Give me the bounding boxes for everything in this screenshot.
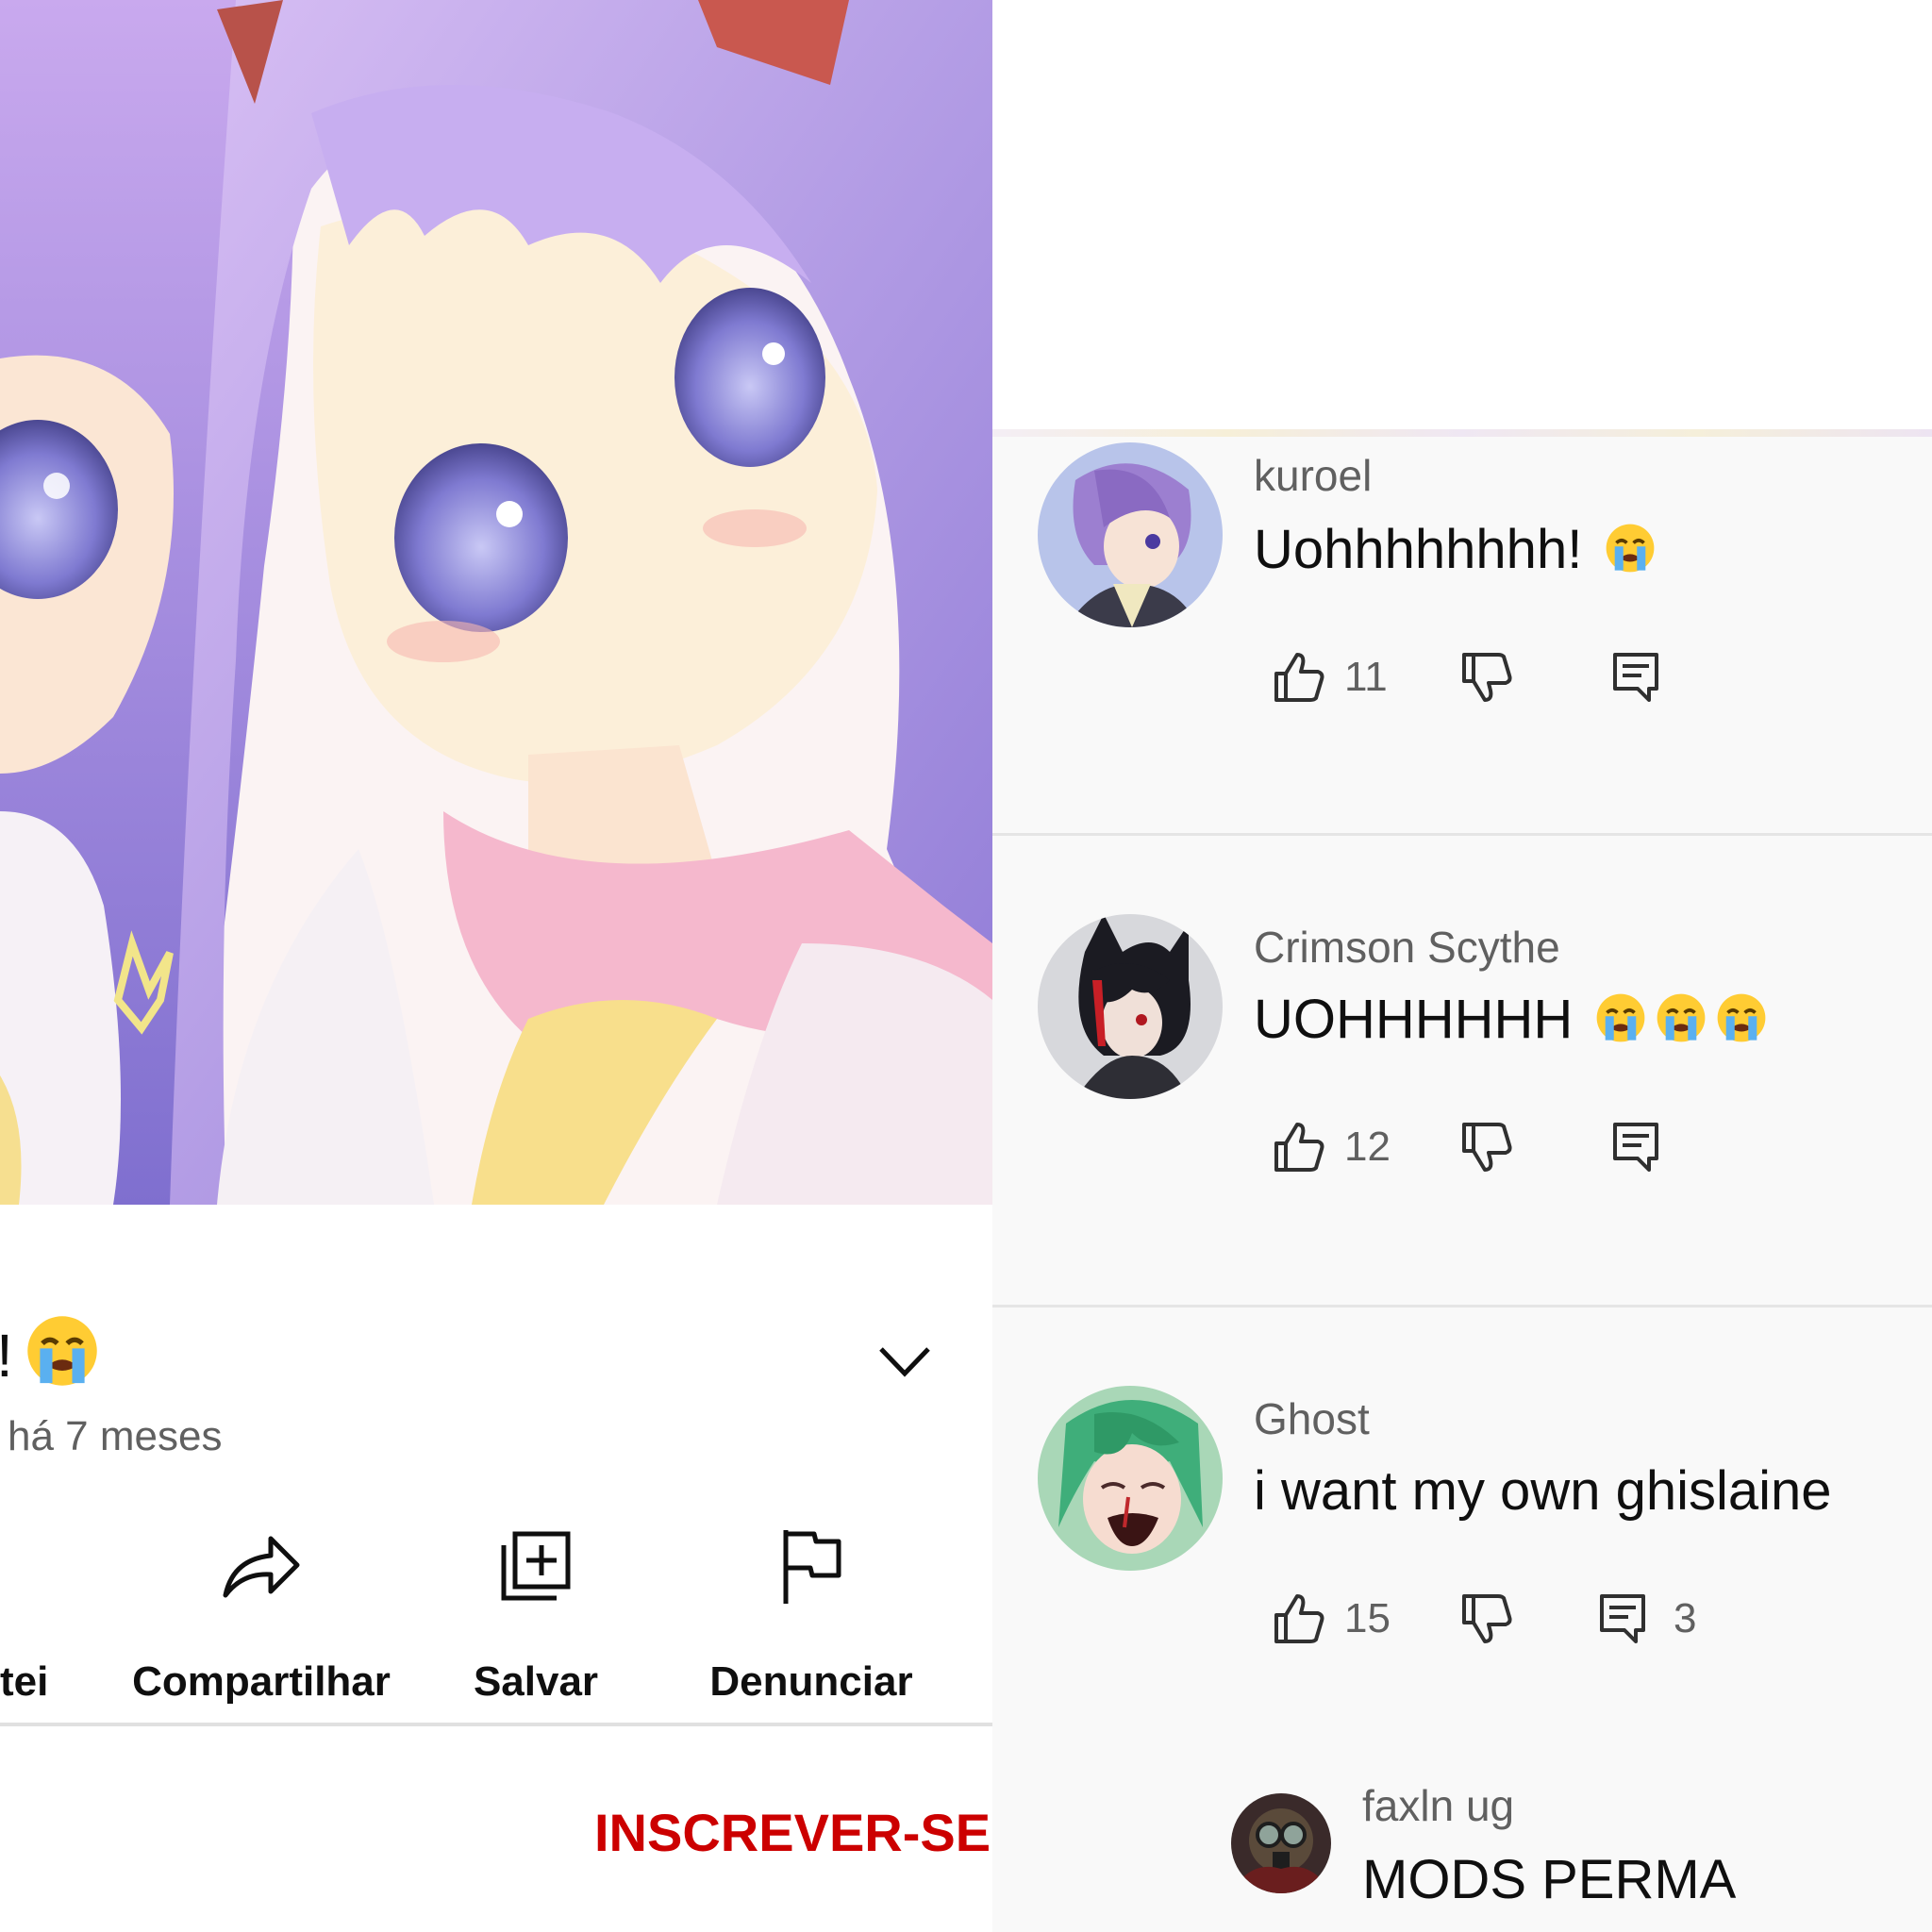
thumbs-up-icon — [1274, 653, 1324, 702]
crying-emoji-icon — [1597, 993, 1645, 1042]
reply-button[interactable] — [1611, 644, 1660, 710]
share-label: Compartilhar — [132, 1658, 391, 1705]
dislike-button[interactable] — [1460, 1586, 1513, 1652]
like-button[interactable]: 11 — [1273, 644, 1388, 710]
comment-item: kuroel Uohhhhhhhh! 11 — [992, 437, 1932, 836]
comment-author[interactable]: Crimson Scythe — [1254, 922, 1560, 973]
crying-emoji-icon — [1718, 993, 1766, 1042]
replies-button[interactable]: 3 — [1598, 1586, 1696, 1652]
comment-divider — [992, 833, 1932, 836]
dislike-button[interactable]: ostei — [0, 1519, 132, 1705]
like-count: 11 — [1344, 654, 1388, 700]
dislike-label: ostei — [0, 1658, 49, 1705]
comment-text: UOHHHHHH — [1254, 988, 1769, 1051]
avatar-image — [1038, 442, 1223, 627]
avatar-image — [1038, 1386, 1223, 1571]
comment-text-content: i want my own ghislaine — [1254, 1460, 1832, 1522]
thumbs-up-icon — [1274, 1594, 1324, 1643]
flag-icon — [783, 1530, 841, 1604]
dislike-icon — [0, 1528, 38, 1604]
comment-text: i want my own ghislaine — [1254, 1459, 1832, 1523]
share-button[interactable]: Compartilhar — [129, 1519, 393, 1705]
thumbnail-strip — [992, 429, 1932, 437]
video-upload-date: há 7 meses — [8, 1413, 223, 1459]
reply-item: faxln ug MODS PERMA — [992, 1780, 1932, 1932]
save-label: Salvar — [473, 1658, 599, 1705]
report-label: Denunciar — [709, 1658, 913, 1705]
dislike-button[interactable] — [1460, 644, 1513, 710]
crying-emoji-icon — [1657, 993, 1706, 1042]
reply-text: MODS PERMA — [1362, 1849, 1737, 1910]
reply-button[interactable] — [1611, 1114, 1660, 1180]
reply-icon — [1613, 1123, 1658, 1172]
subscribe-button[interactable]: INSCREVER-SE — [594, 1802, 991, 1863]
avatar[interactable] — [1038, 914, 1223, 1099]
avatar-image — [1231, 1793, 1331, 1893]
like-button[interactable]: 15 — [1273, 1586, 1391, 1652]
dislike-button[interactable] — [1460, 1114, 1513, 1180]
avatar[interactable] — [1038, 1386, 1223, 1571]
save-button[interactable]: Salvar — [404, 1519, 668, 1705]
comment-text: Uohhhhhhhh! — [1254, 518, 1657, 581]
anime-artwork-image — [0, 0, 992, 1205]
reply-author[interactable]: faxln ug — [1362, 1780, 1514, 1831]
video-panel: ! há 7 meses ostei Compartilhar Salvar D… — [0, 0, 992, 1932]
comment-item: Ghost i want my own ghislaine 15 3 — [992, 1308, 1932, 1686]
like-count: 12 — [1344, 1124, 1391, 1170]
thumbs-up-icon — [1274, 1123, 1324, 1172]
avatar-image — [1038, 914, 1223, 1099]
comment-author[interactable]: Ghost — [1254, 1393, 1370, 1444]
reply-icon — [1613, 653, 1658, 702]
comment-divider — [992, 1305, 1932, 1307]
reply-count: 3 — [1674, 1595, 1697, 1641]
divider — [0, 1723, 992, 1726]
video-title-row: ! — [0, 1311, 992, 1396]
blank-area — [992, 0, 1932, 432]
report-button[interactable]: Denunciar — [679, 1519, 943, 1705]
expand-chevron-down-icon[interactable] — [875, 1338, 934, 1385]
comment-actions: 12 — [992, 1114, 1932, 1180]
like-button[interactable]: 12 — [1273, 1114, 1391, 1180]
video-title: ! — [0, 1321, 13, 1391]
comment-text-content: Uohhhhhhhh! — [1254, 519, 1583, 580]
comments-panel: kuroel Uohhhhhhhh! 11 Crimson Scythe UOH… — [992, 437, 1932, 1932]
reply-icon — [1600, 1594, 1645, 1643]
comment-item: Crimson Scythe UOHHHHHH 12 — [992, 837, 1932, 1307]
video-thumbnail[interactable] — [0, 0, 992, 1205]
share-icon — [223, 1536, 300, 1598]
avatar[interactable] — [1038, 442, 1223, 627]
save-icon — [501, 1531, 571, 1601]
crying-emoji-icon — [27, 1316, 97, 1386]
comment-actions: 11 — [992, 644, 1932, 710]
comment-text-content: UOHHHHHH — [1254, 989, 1574, 1050]
crying-emoji-icon — [1607, 524, 1655, 573]
comment-author[interactable]: kuroel — [1254, 450, 1372, 501]
like-count: 15 — [1344, 1595, 1391, 1641]
avatar[interactable] — [1231, 1793, 1331, 1893]
comment-actions: 15 3 — [992, 1586, 1932, 1652]
thumbs-down-icon — [1462, 1594, 1512, 1643]
thumbs-down-icon — [1462, 653, 1512, 702]
thumbs-down-icon — [1462, 1123, 1512, 1172]
